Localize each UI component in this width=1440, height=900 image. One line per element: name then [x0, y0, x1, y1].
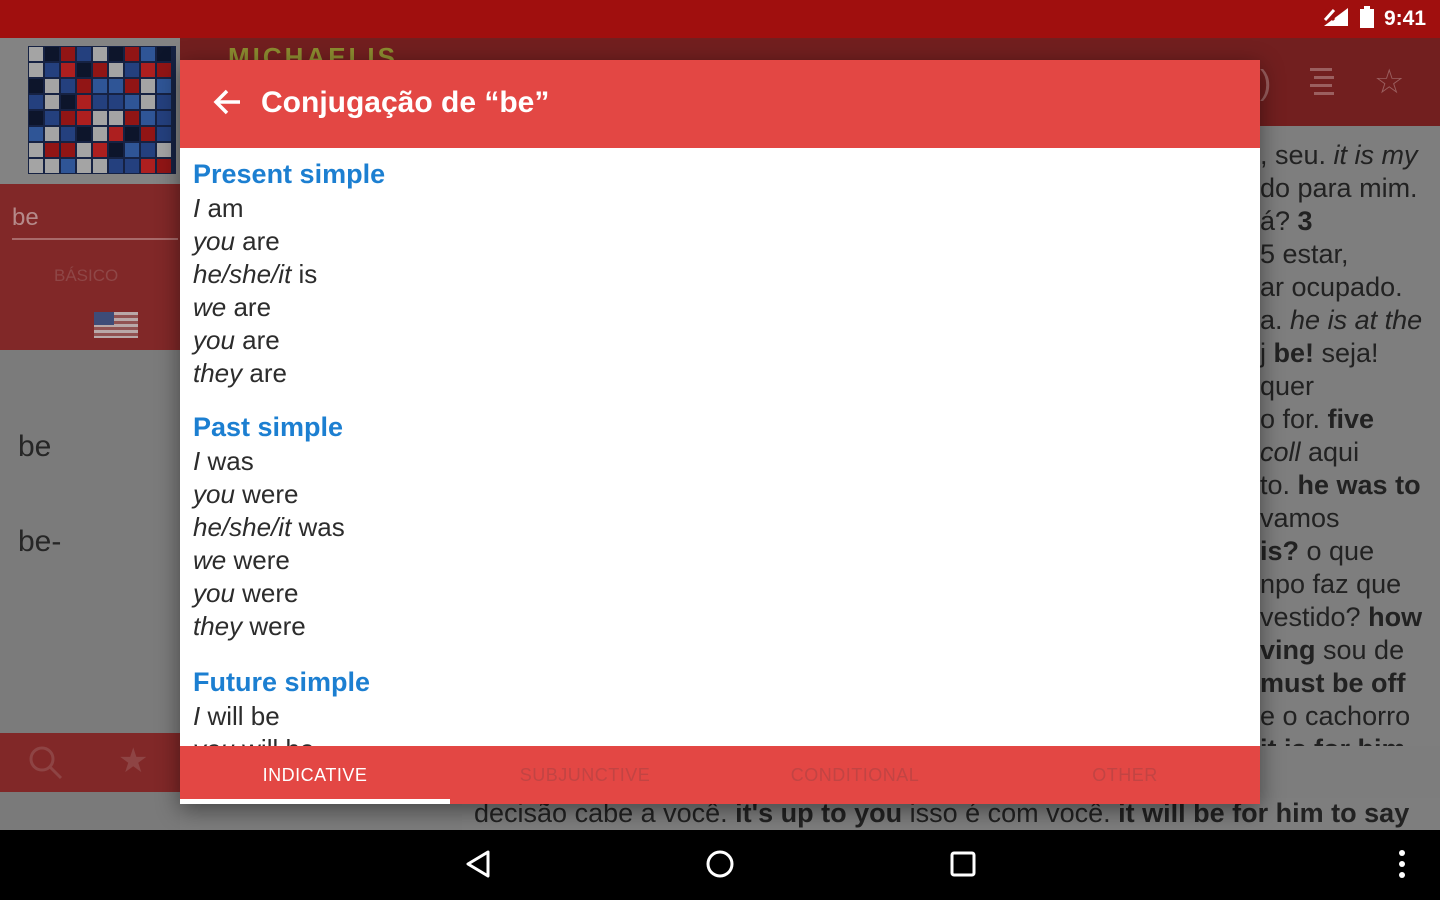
conjugation-row: I was [193, 446, 254, 476]
conjugation-row: you were [193, 578, 299, 608]
entry-line: is? o que [1260, 536, 1375, 566]
star-outline-icon[interactable]: ☆ [1374, 62, 1404, 102]
background-search-query[interactable]: be [12, 204, 39, 232]
app-logo [28, 46, 176, 174]
system-nav-bar [0, 830, 1440, 900]
search-icon[interactable] [28, 745, 64, 790]
home-circle-icon [705, 849, 735, 884]
conjugation-dialog: Conjugação de “be” Present simple I am y… [180, 60, 1260, 804]
active-tab-indicator [180, 799, 450, 804]
tab-subjunctive[interactable]: SUBJUNCTIVE [450, 746, 720, 804]
background-app-title: MICHAELIS [228, 42, 398, 60]
status-bar: 9:41 [0, 0, 1440, 38]
entry-line: e o cachorro [1260, 701, 1411, 731]
conjugation-row: you were [193, 479, 299, 509]
search-underline [12, 238, 178, 240]
entry-line: ar ocupado. [1260, 272, 1403, 302]
arrow-back-icon [213, 87, 243, 122]
dialog-title: Conjugação de “be” [261, 86, 550, 119]
tense-future-simple: Future simple I will be you will be [193, 666, 370, 746]
conjugation-row: they were [193, 611, 306, 641]
tab-conditional[interactable]: CONDITIONAL [720, 746, 990, 804]
entry-line: vamos [1260, 503, 1340, 533]
entry-line: coll aqui [1260, 437, 1360, 467]
conjugation-row: he/she/it was [193, 512, 345, 542]
tense-past-simple: Past simple I was you were he/she/it was… [193, 411, 345, 643]
list-icon[interactable] [1310, 66, 1336, 105]
background-entry-toolbar: ) ☆ [1260, 60, 1440, 126]
entry-line: must be off [1260, 668, 1406, 698]
conjugation-row: they are [193, 358, 287, 388]
tense-heading: Future simple [193, 667, 371, 697]
entry-line: a. he is at the [1260, 305, 1423, 335]
conjugation-row: we are [193, 292, 272, 322]
signal-icon [1322, 6, 1350, 33]
entry-line: to. he was to [1260, 470, 1421, 500]
entry-line: vestido? how [1260, 602, 1423, 632]
overflow-menu-button[interactable] [1380, 844, 1424, 888]
tab-label: CONDITIONAL [790, 764, 920, 785]
background-tab-basico[interactable]: BÁSICO [54, 266, 118, 286]
status-icons: 9:41 [1322, 5, 1426, 33]
tab-label: OTHER [1092, 764, 1158, 785]
entry-line: , seu. it is my [1260, 140, 1418, 170]
tab-label: SUBJUNCTIVE [519, 764, 651, 785]
logo-scrim [28, 46, 176, 174]
result-item[interactable]: be- [18, 525, 61, 559]
background-sidebar: be BÁSICO be be- [0, 38, 180, 830]
entry-line: it is for him [1260, 734, 1406, 746]
conjugation-row: you are [193, 226, 280, 256]
tense-heading: Past simple [193, 412, 344, 442]
conjugation-row: you will be [193, 733, 370, 746]
tab-label: INDICATIVE [262, 764, 368, 785]
background-search-panel: be BÁSICO [0, 184, 180, 350]
entry-line: quer [1260, 371, 1315, 401]
star-icon[interactable]: ★ [118, 741, 148, 781]
back-triangle-icon [464, 849, 492, 884]
result-item[interactable]: be [18, 430, 51, 464]
entry-line: ving sou de [1260, 635, 1405, 665]
entry-line: npo faz que [1260, 569, 1402, 599]
conjugation-list[interactable]: Present simple I am you are he/she/it is… [180, 148, 1260, 746]
conjugation-row: he/she/it is [193, 259, 318, 289]
tense-heading: Present simple [193, 159, 386, 189]
nav-back-button[interactable] [456, 844, 500, 888]
entry-line: 5 estar, [1260, 239, 1349, 269]
conjugation-row: I will be [193, 701, 280, 731]
tab-indicative[interactable]: INDICATIVE [180, 746, 450, 804]
dialog-header: Conjugação de “be” [180, 60, 1260, 148]
status-time: 9:41 [1383, 7, 1426, 30]
background-logo-header [0, 38, 180, 184]
overflow-menu-icon [1398, 849, 1406, 884]
nav-home-button[interactable] [698, 844, 742, 888]
entry-line: á? 3 [1260, 206, 1313, 236]
entry-line: do para mim. [1260, 173, 1418, 203]
entry-line: o for. five [1260, 404, 1375, 434]
us-flag-icon[interactable] [94, 312, 138, 338]
background-results-list: be be- [0, 350, 180, 770]
battery-icon [1359, 5, 1374, 33]
conjugation-row: I am [193, 193, 244, 223]
conjugation-row: you are [193, 325, 280, 355]
entry-line: j be! seja! [1260, 338, 1379, 368]
background-entry-text: , seu. it is my do para mim. á? 35 estar, a… [1260, 126, 1440, 746]
tense-present-simple: Present simple I am you are he/she/it is… [193, 158, 385, 390]
tab-other[interactable]: OTHER [990, 746, 1260, 804]
mood-tab-bar: INDICATIVE SUBJUNCTIVE CONDITIONAL OTHER [180, 746, 1260, 804]
speaker-icon[interactable]: ) [1260, 64, 1271, 103]
nav-recents-button[interactable] [941, 844, 985, 888]
recents-square-icon [950, 851, 976, 882]
back-button[interactable] [208, 84, 248, 124]
conjugation-row: we were [193, 545, 290, 575]
